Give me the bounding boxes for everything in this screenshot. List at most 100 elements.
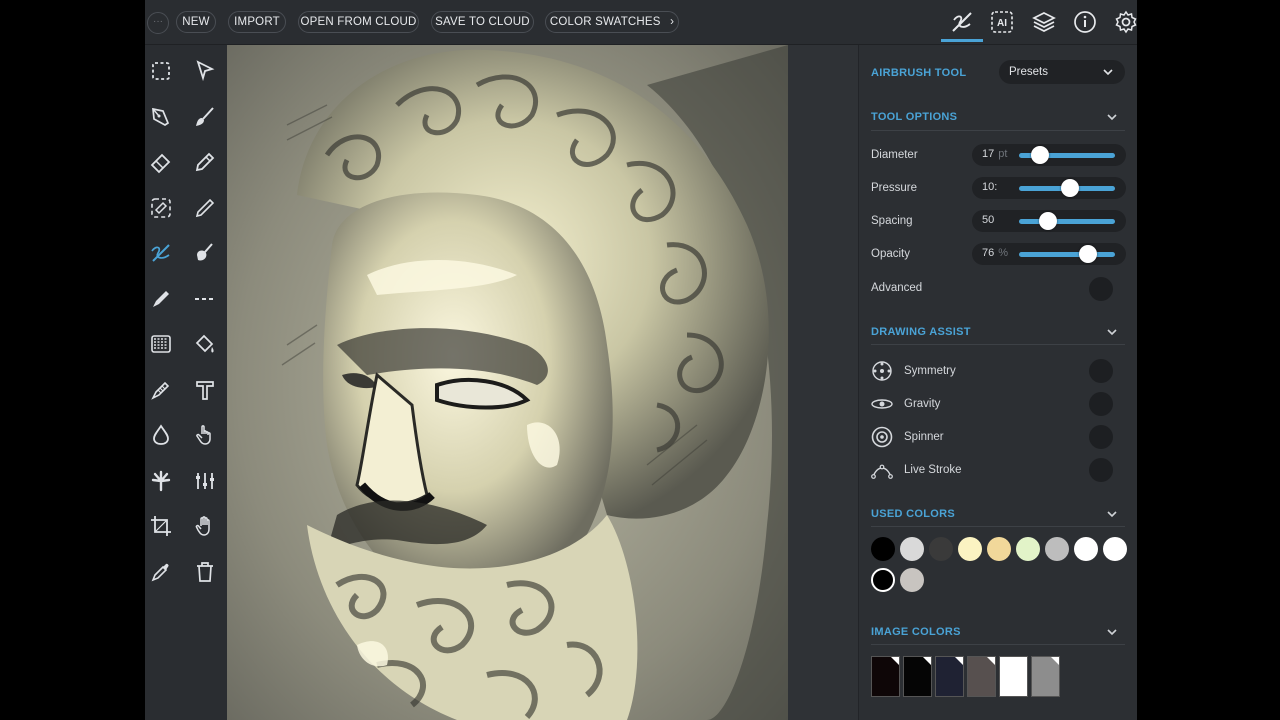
pattern-fill-icon[interactable] <box>146 329 176 359</box>
used-color-swatch[interactable] <box>900 537 924 561</box>
trash-icon[interactable] <box>190 557 220 587</box>
texture-brush-icon[interactable] <box>146 375 176 405</box>
gravity-toggle[interactable] <box>1089 392 1113 416</box>
slider-track[interactable] <box>1019 252 1115 257</box>
used-color-swatch[interactable] <box>929 537 953 561</box>
live-stroke-label: Live Stroke <box>904 464 962 476</box>
left-toolbar <box>145 45 227 720</box>
save-to-cloud-button[interactable]: SAVE TO CLOUD <box>431 11 534 33</box>
eraser-icon[interactable] <box>146 147 176 177</box>
swatch-corner-icon <box>923 657 931 665</box>
option-value-number: 76 <box>982 247 995 259</box>
tool-options-chevron-icon[interactable] <box>1106 111 1118 123</box>
swatch-corner-icon <box>1019 657 1027 665</box>
image-color-swatch[interactable] <box>935 656 964 697</box>
option-value-number: 17 <box>982 148 995 160</box>
option-label: Pressure <box>871 182 918 194</box>
option-slider-control[interactable]: 50 <box>972 210 1126 232</box>
slider-track[interactable] <box>1019 219 1115 224</box>
artwork-canvas[interactable] <box>227 45 788 720</box>
color-swatches-label: COLOR SWATCHES <box>549 16 661 28</box>
symmetry-label: Symmetry <box>904 365 956 377</box>
advanced-label: Advanced <box>871 282 923 294</box>
canvas-area[interactable] <box>227 45 858 720</box>
smudge-icon[interactable] <box>190 238 220 268</box>
touch-hand-icon[interactable] <box>190 420 220 450</box>
advanced-toggle[interactable] <box>1089 277 1113 301</box>
presets-dropdown[interactable]: Presets <box>999 60 1125 84</box>
used-color-swatch[interactable] <box>1045 537 1069 561</box>
dashed-line-icon[interactable] <box>190 284 220 314</box>
used-color-swatch[interactable] <box>871 568 895 592</box>
import-button[interactable]: IMPORT <box>228 11 286 33</box>
option-value[interactable]: 76% <box>982 247 1008 259</box>
menu-dots-button[interactable]: ··· <box>147 12 169 34</box>
pointer-select-icon[interactable] <box>190 56 220 86</box>
image-color-swatch[interactable] <box>1031 656 1060 697</box>
used-color-swatch[interactable] <box>1016 537 1040 561</box>
adjustments-icon[interactable] <box>190 466 220 496</box>
option-value[interactable]: 10: <box>982 181 1001 193</box>
image-color-swatch[interactable] <box>871 656 900 697</box>
option-slider-control[interactable]: 17 pt <box>972 144 1126 166</box>
used-color-swatch[interactable] <box>871 537 895 561</box>
pan-hand-icon[interactable] <box>190 511 220 541</box>
paint-bucket-icon[interactable] <box>190 329 220 359</box>
divider <box>871 644 1125 645</box>
slider-handle[interactable] <box>1060 179 1079 197</box>
live-stroke-toggle[interactable] <box>1089 458 1113 482</box>
option-slider-control[interactable]: 10: <box>972 177 1126 199</box>
used-color-swatch[interactable] <box>958 537 982 561</box>
gravity-label: Gravity <box>904 398 941 410</box>
presets-label: Presets <box>1009 66 1048 78</box>
slider-handle[interactable] <box>1031 146 1050 164</box>
spray-brush-icon[interactable] <box>146 466 176 496</box>
chevron-right-icon: › <box>670 16 675 28</box>
airbrush-icon[interactable] <box>146 238 176 268</box>
water-drop-icon[interactable] <box>146 420 176 450</box>
image-colors-chevron-icon[interactable] <box>1106 626 1118 638</box>
pen-nib-icon[interactable] <box>146 102 176 132</box>
crop-icon[interactable] <box>146 511 176 541</box>
drawing-assist-chevron-icon[interactable] <box>1106 326 1118 338</box>
spinner-icon <box>871 426 893 448</box>
active-tab-indicator <box>941 39 983 42</box>
ai-icon[interactable]: AI <box>988 8 1016 36</box>
symmetry-toggle[interactable] <box>1089 359 1113 383</box>
new-button[interactable]: NEW <box>176 11 216 33</box>
option-slider-control[interactable]: 76% <box>972 243 1126 265</box>
image-color-swatch[interactable] <box>903 656 932 697</box>
layers-icon[interactable] <box>1030 8 1058 36</box>
spinner-label: Spinner <box>904 431 944 443</box>
paint-brush-icon[interactable] <box>190 102 220 132</box>
option-value[interactable]: 17 pt <box>982 148 1007 160</box>
slider-handle[interactable] <box>1038 212 1057 230</box>
marquee-select-icon[interactable] <box>146 56 176 86</box>
image-colors-title: IMAGE COLORS <box>871 626 961 638</box>
used-color-swatch[interactable] <box>900 568 924 592</box>
used-colors-chevron-icon[interactable] <box>1106 508 1118 520</box>
color-swatches-button[interactable]: COLOR SWATCHES › <box>545 11 679 33</box>
eyedropper-icon[interactable] <box>146 557 176 587</box>
top-toolbar: ··· NEW IMPORT OPEN FROM CLOUD SAVE TO C… <box>145 0 1137 45</box>
used-colors-title: USED COLORS <box>871 508 955 520</box>
slider-handle[interactable] <box>1079 245 1098 263</box>
spinner-toggle[interactable] <box>1089 425 1113 449</box>
used-color-swatch[interactable] <box>1074 537 1098 561</box>
text-tool-icon[interactable] <box>190 375 220 405</box>
app-window: ··· NEW IMPORT OPEN FROM CLOUD SAVE TO C… <box>145 0 1137 720</box>
pencil-icon[interactable] <box>190 147 220 177</box>
fine-pencil-icon[interactable] <box>190 193 220 223</box>
image-color-swatch[interactable] <box>967 656 996 697</box>
option-value[interactable]: 50 <box>982 214 998 226</box>
info-icon[interactable] <box>1071 8 1099 36</box>
open-from-cloud-button[interactable]: OPEN FROM CLOUD <box>298 11 419 33</box>
marker-icon[interactable] <box>146 284 176 314</box>
image-color-swatch[interactable] <box>999 656 1028 697</box>
transform-icon[interactable] <box>146 193 176 223</box>
settings-gear-icon[interactable] <box>1112 8 1137 36</box>
brush-tool-icon[interactable] <box>948 8 976 36</box>
used-color-swatch[interactable] <box>1103 537 1127 561</box>
used-color-swatch[interactable] <box>987 537 1011 561</box>
symmetry-icon <box>872 361 892 381</box>
